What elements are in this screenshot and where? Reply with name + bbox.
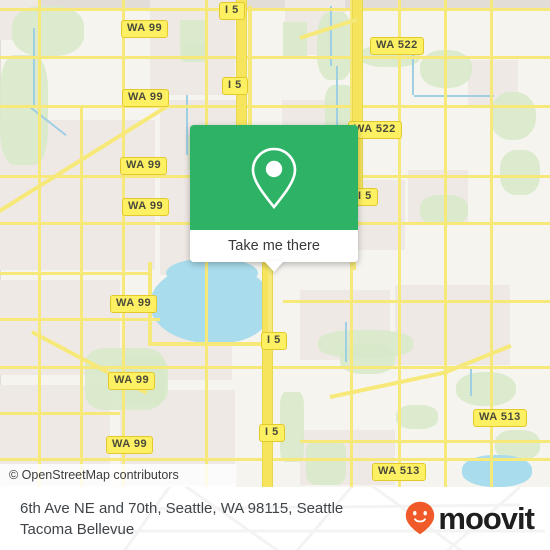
callout-header [190,125,358,230]
arterial-road [38,0,41,487]
park-area [306,440,346,485]
take-me-there-label: Take me there [228,238,320,254]
highway-shield: WA 513 [473,409,527,427]
highway-shield: WA 99 [108,372,156,390]
moovit-pin-smiley-icon [406,501,435,535]
arterial-road [0,56,550,59]
footer-bar: 6th Ave NE and 70th, Seattle, WA 98115, … [0,487,550,550]
motorway-ramp [248,6,252,126]
arterial-road [444,0,447,487]
highway-shield: WA 99 [121,20,169,38]
map-pin-icon [251,147,297,209]
highway-shield: WA 99 [110,295,158,313]
lake-water [166,258,258,288]
highway-shield: I 5 [222,77,248,95]
callout-pointer [264,261,284,272]
highway-shield: I 5 [219,2,245,20]
highway-shield: WA 99 [122,198,170,216]
address-line-2: Tacoma Bellevue [20,521,135,538]
address-line-1: 6th Ave NE and 70th, Seattle, WA 98115, … [20,500,344,517]
highway-shield: WA 522 [370,37,424,55]
stream [345,322,347,362]
highway-shield: I 5 [259,424,285,442]
arterial-road [0,272,152,275]
ring-road [148,342,272,346]
arterial-road [329,370,448,399]
stream [33,28,35,108]
stream [470,368,472,396]
park-area [283,22,307,58]
arterial-road [283,300,550,303]
arterial-road [122,0,125,487]
arterial-road [0,8,550,11]
take-me-there-callout[interactable]: Take me there [190,125,358,272]
park-area [396,405,438,429]
callout-footer[interactable]: Take me there [190,230,358,262]
osm-attribution[interactable]: © OpenStreetMap contributors [0,464,236,487]
highway-shield: WA 99 [106,436,154,454]
stream [186,95,188,155]
map-canvas[interactable]: I 5 WA 99 WA 522 I 5 WA 99 WA 522 WA 99 I 5 WA 9… [0,0,550,487]
arterial-road [0,412,120,415]
park-area [500,150,540,195]
park-area [456,372,516,406]
stream [414,95,494,97]
park-area [12,6,84,56]
moovit-wordmark: moovit [438,500,535,536]
arterial-road [398,0,401,487]
highway-shield: WA 99 [120,157,168,175]
highway-shield: WA 99 [122,89,170,107]
park-area [340,344,395,374]
highway-shield: WA 513 [372,463,426,481]
moovit-logo[interactable]: moovit [405,500,535,536]
address-text: 6th Ave NE and 70th, Seattle, WA 98115, … [20,498,390,540]
highway-shield: I 5 [261,332,287,350]
park-area [183,44,207,62]
arterial-road [300,440,550,443]
park-area [490,92,536,140]
